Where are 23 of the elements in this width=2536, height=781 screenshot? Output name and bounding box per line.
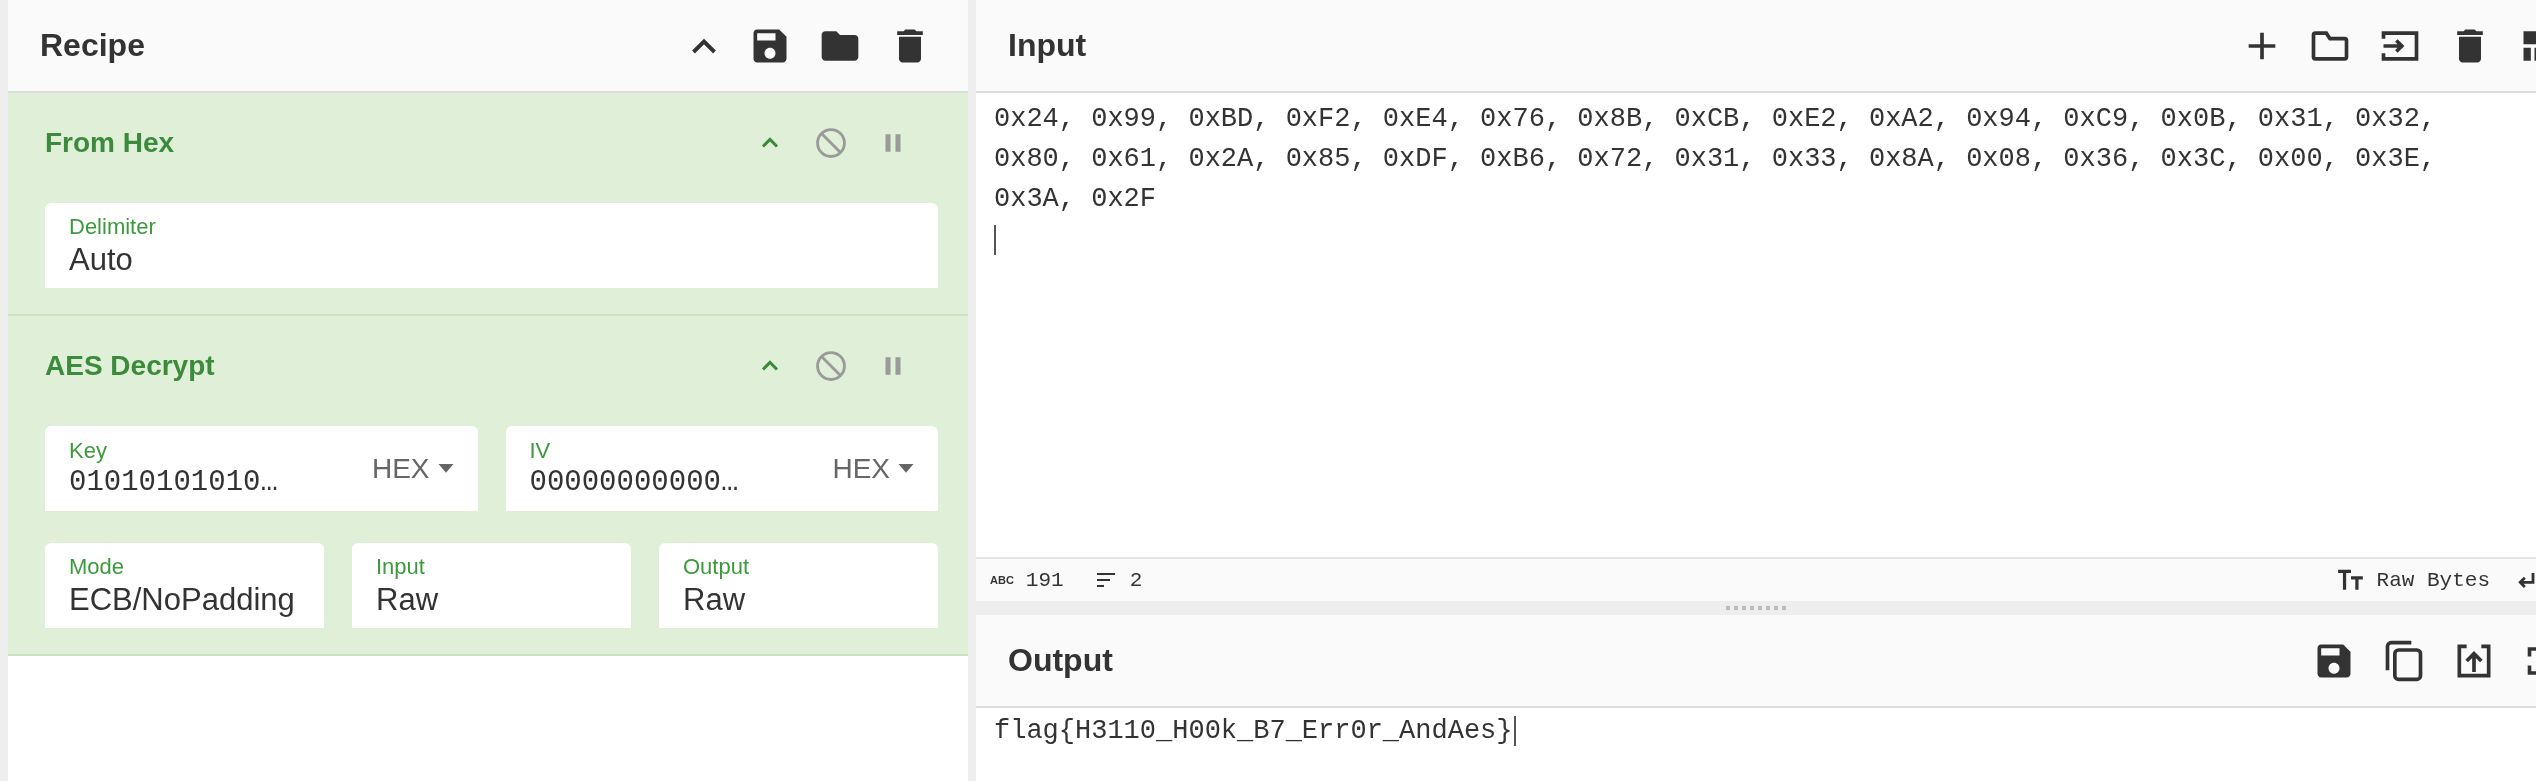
operation-title: From Hex (45, 127, 175, 159)
input-text[interactable]: 0x24, 0x99, 0xBD, 0xF2, 0xE4, 0x76, 0x8B, 0xCB, 0xE2, 0xA2, 0x94, 0xC9, 0x0B, 0x31, 0x32, 0x80, 0x61, 0x2A, 0x85, 0xDF, 0xB6, 0x72, 0x31, 0x33, 0x8A, 0x08, 0x36, 0x3C, 0x00, 0x3E, 0x3A, 0x2F (976, 93, 2536, 557)
output-text: flag{H3110_H00k_B7_Err0r_AndAes} (976, 708, 2536, 754)
operation-title: AES Decrypt (45, 350, 215, 382)
resize-handle[interactable] (1726, 606, 1786, 610)
caret-icon[interactable] (437, 463, 454, 474)
format-dropdown[interactable]: HEX (371, 452, 430, 485)
format-dropdown[interactable]: HEX (832, 452, 890, 485)
input-field[interactable]: Delimiter Auto (45, 203, 938, 288)
line-count: 2 (1129, 568, 1143, 592)
input-field[interactable]: Output Raw (659, 543, 938, 628)
output-title: Output (1008, 642, 1113, 679)
text-size-icon[interactable] (2336, 567, 2365, 593)
input-field[interactable]: Input Raw (352, 543, 631, 628)
encoding-label[interactable]: Raw Bytes (2376, 568, 2490, 592)
input-field[interactable]: Key 01010101010… HEX (45, 426, 478, 511)
length-count: 191 (1025, 568, 1064, 592)
length-label: ABC (990, 574, 1014, 586)
recipe-title: Recipe (40, 27, 145, 64)
input-title: Input (1008, 27, 1087, 64)
caret-icon[interactable] (898, 463, 914, 474)
input-field[interactable]: IV 00000000000… HEX (505, 426, 938, 511)
input-field[interactable]: Mode ECB/NoPadding (45, 543, 324, 628)
